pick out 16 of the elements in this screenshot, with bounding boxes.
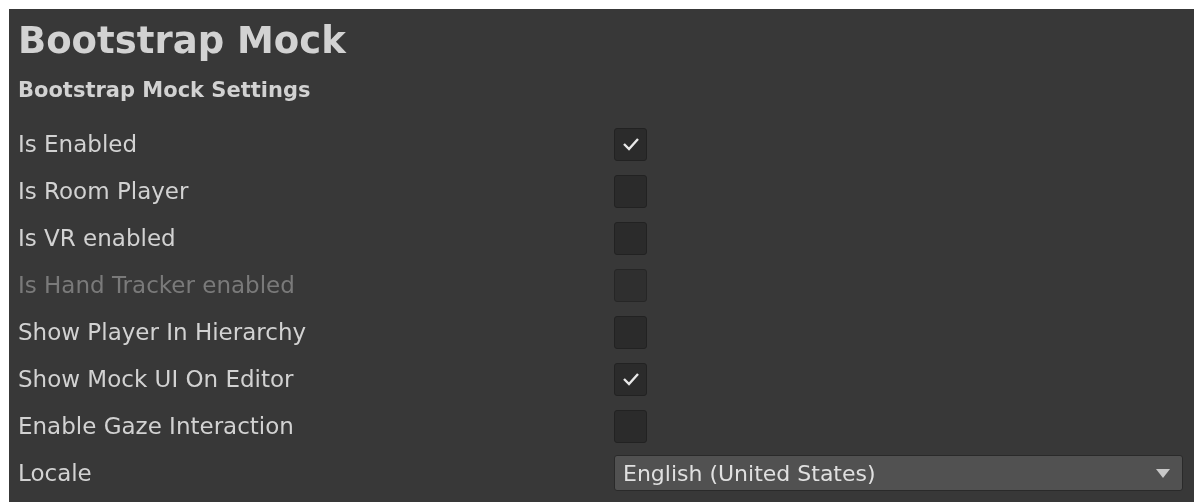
checkbox[interactable] — [614, 362, 647, 396]
caret-icon — [1156, 468, 1170, 478]
field-label: Is Hand Tracker enabled — [18, 271, 296, 301]
section-header: Bootstrap Mock Settings — [18, 77, 312, 105]
field-label: Locale — [18, 459, 93, 489]
checkmark-icon — [621, 137, 640, 152]
field-label: Enable Gaze Interaction — [18, 412, 295, 442]
inspector-title: Bootstrap Mock — [18, 19, 347, 64]
field-label: Is VR enabled — [18, 224, 177, 254]
field-label: Show Player In Hierarchy — [18, 318, 308, 348]
checkmark-icon — [621, 372, 640, 387]
locale-dropdown[interactable]: English (United States) — [614, 455, 1183, 492]
field-label: Is Room Player — [18, 177, 190, 207]
field-label: Show Mock UI On Editor — [18, 365, 295, 395]
field-label: Is Enabled — [18, 130, 139, 160]
checkbox[interactable] — [614, 127, 647, 161]
